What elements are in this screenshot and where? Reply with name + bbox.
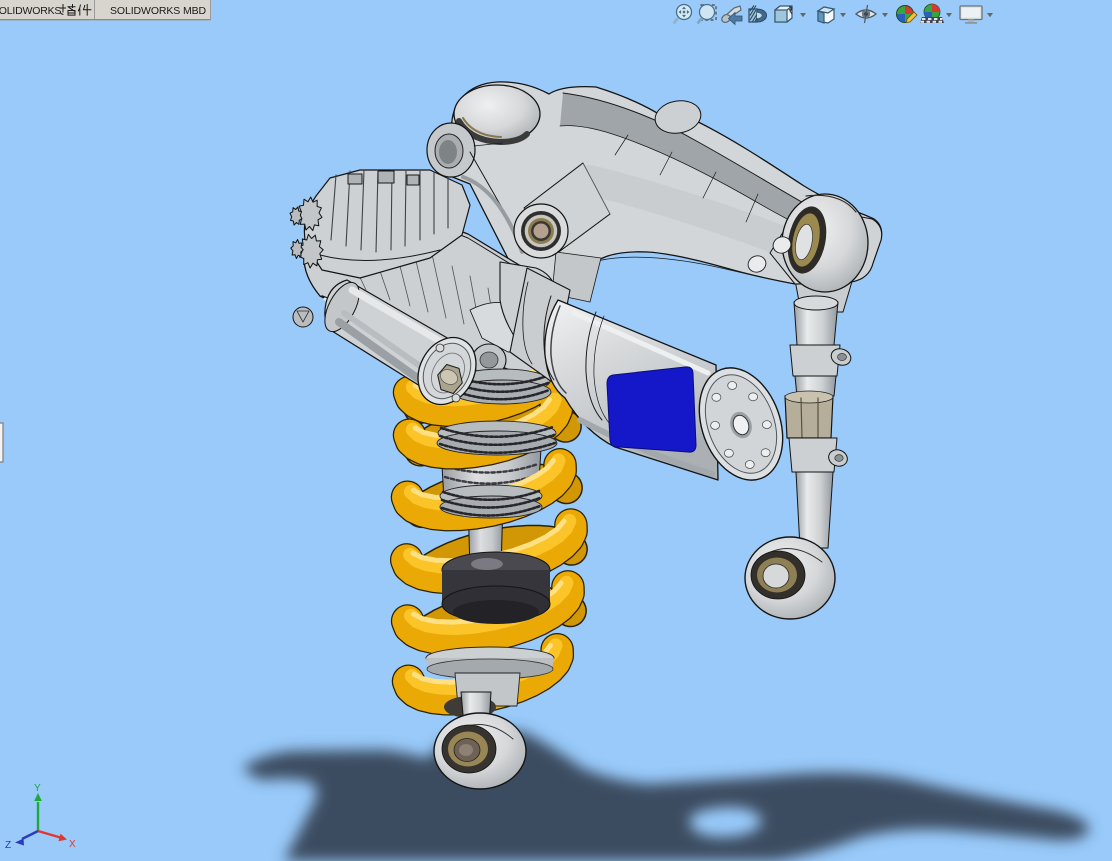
svg-text:SOLIDWORKS: SOLIDWORKS — [0, 5, 61, 17]
svg-text:Y: Y — [34, 783, 41, 794]
svg-text:SOLIDWORKS MBD: SOLIDWORKS MBD — [110, 5, 207, 17]
svg-text:X: X — [69, 839, 76, 850]
svg-text:Z: Z — [5, 840, 11, 851]
